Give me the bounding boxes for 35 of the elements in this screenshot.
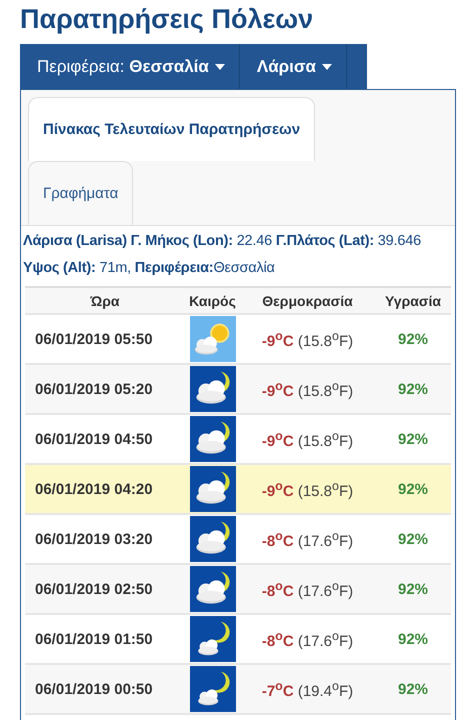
column-header: Υγρασία xyxy=(384,292,442,308)
time-cell-text: 06/01/2019 02:50 xyxy=(34,580,154,598)
temperature-cell-text: -9$^{o}$C (15.8$^{o}$F) xyxy=(260,328,354,350)
humidity-cell-text: 92% xyxy=(396,530,430,548)
column-header: Θερμοκρασία xyxy=(261,292,354,308)
caret-icon xyxy=(322,64,332,70)
caret-icon xyxy=(214,64,225,70)
station-info: Λάρισα (Larisa) Γ. Μήκος (Lon): 22.46 Γ.Πλάτος (Lat): 39.646 xyxy=(23,233,421,249)
time-cell-text: 06/01/2019 01:50 xyxy=(34,630,154,648)
temperature-cell-text: -9$^{o}$C (15.8$^{o}$F) xyxy=(260,428,354,450)
column-header: Ώρα xyxy=(89,292,120,308)
temperature-cell-text: -8$^{o}$C (17.6$^{o}$F) xyxy=(260,528,354,550)
humidity-cell-text: 92% xyxy=(396,630,430,648)
humidity-cell-text: 92% xyxy=(396,680,430,698)
humidity-cell-text: 92% xyxy=(396,580,430,598)
column-header: Καιρός xyxy=(188,292,237,308)
humidity-cell-text: 92% xyxy=(396,430,430,448)
humidity-cell-text: 92% xyxy=(396,380,430,398)
humidity-cell-text: 92% xyxy=(396,330,430,348)
temperature-cell-text: -7$^{o}$C (19.4$^{o}$F) xyxy=(260,678,354,700)
time-cell-text: 06/01/2019 04:20 xyxy=(34,480,154,498)
time-cell-text: 06/01/2019 05:50 xyxy=(34,330,154,348)
temperature-cell-text: -9$^{o}$C (15.8$^{o}$F) xyxy=(260,378,354,400)
temperature-cell-text: -9$^{o}$C (15.8$^{o}$F) xyxy=(260,478,354,500)
tab[interactable]: Πίνακας Τελευταίων Παρατηρήσεων xyxy=(28,97,316,161)
page-title: Παρατηρήσεις Πόλεων xyxy=(20,3,314,36)
time-cell-text: 06/01/2019 05:20 xyxy=(34,380,154,398)
tab[interactable]: Γραφήματα xyxy=(28,161,134,225)
temperature-cell-text: -8$^{o}$C (17.6$^{o}$F) xyxy=(260,578,354,600)
time-cell-text: 06/01/2019 04:50 xyxy=(34,430,154,448)
humidity-cell-text: 92% xyxy=(396,480,430,498)
time-cell-text: 06/01/2019 00:50 xyxy=(34,680,154,698)
temperature-cell-text: -8$^{o}$C (17.6$^{o}$F) xyxy=(260,628,354,650)
time-cell-text: 06/01/2019 03:20 xyxy=(34,530,154,548)
station-info: Υψος (Alt): 71m, Περιφέρεια:Θεσσαλία xyxy=(23,260,275,276)
